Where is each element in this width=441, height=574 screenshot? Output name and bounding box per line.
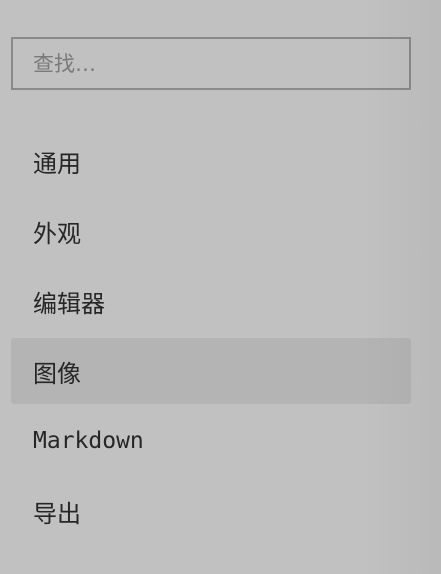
sidebar-item-markdown[interactable]: Markdown — [11, 408, 411, 474]
sidebar-item-appearance[interactable]: 外观 — [11, 198, 411, 264]
sidebar-item-export[interactable]: 导出 — [11, 478, 411, 544]
sidebar-item-editor[interactable]: 编辑器 — [11, 268, 411, 334]
settings-nav: 通用 外观 编辑器 图像 Markdown 导出 — [11, 128, 411, 548]
sidebar-item-general[interactable]: 通用 — [11, 128, 411, 194]
search-input[interactable] — [11, 37, 411, 90]
preferences-sidebar: 通用 外观 编辑器 图像 Markdown 导出 — [0, 0, 441, 574]
sidebar-item-image[interactable]: 图像 — [11, 338, 411, 404]
